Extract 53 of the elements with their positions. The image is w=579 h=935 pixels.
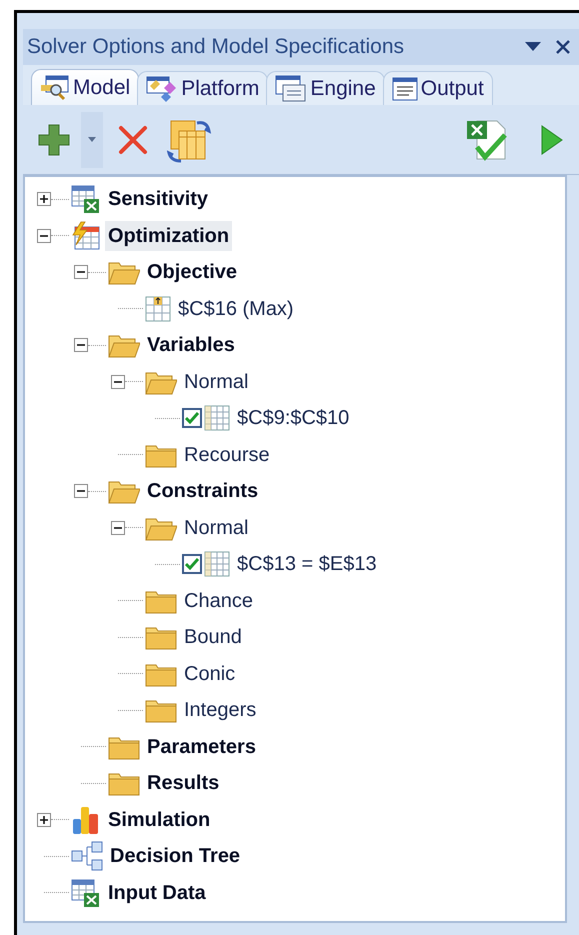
collapse-toggle[interactable] <box>74 484 88 498</box>
tree-item[interactable]: Input Data <box>105 878 209 908</box>
add-icon[interactable] <box>37 122 71 156</box>
collapse-toggle[interactable] <box>111 520 125 535</box>
tree-item[interactable]: Normal <box>181 366 252 397</box>
spreadsheet-icon <box>71 878 101 908</box>
tree-item[interactable]: Results <box>144 768 222 798</box>
checkbox[interactable] <box>182 554 202 574</box>
panel-title: Solver Options and Model Specifications <box>27 34 406 60</box>
tree-item[interactable]: Recourse <box>181 440 273 470</box>
caret-icon <box>88 137 96 142</box>
tree-item[interactable]: $C$16 (Max) <box>175 294 297 324</box>
close-icon[interactable] <box>555 39 571 55</box>
tree-item[interactable]: Objective <box>144 257 240 288</box>
tree-item[interactable]: Integers <box>181 695 260 726</box>
tab[interactable]: Model <box>31 69 140 105</box>
tree-item[interactable]: Chance <box>181 586 256 616</box>
lightning-table-icon <box>71 220 101 251</box>
checkbox[interactable] <box>182 408 202 428</box>
delete-icon[interactable] <box>117 124 149 156</box>
collapse-toggle[interactable] <box>111 374 125 389</box>
tab[interactable]: Engine <box>266 71 385 105</box>
tree-item[interactable]: Optimization <box>105 220 232 251</box>
hierarchy-icon <box>71 841 103 872</box>
document-window-icon <box>392 76 418 100</box>
tree-item[interactable]: $C$13 = $E$13 <box>234 549 380 580</box>
tree-item[interactable]: Sensitivity <box>105 184 212 214</box>
collapse-toggle[interactable] <box>74 265 88 280</box>
tree-item[interactable]: Bound <box>181 622 245 652</box>
expand-toggle[interactable] <box>37 192 51 206</box>
spreadsheet-icon <box>71 184 101 214</box>
expand-toggle[interactable] <box>37 812 51 827</box>
tab[interactable]: Output <box>382 71 493 105</box>
collapse-toggle[interactable] <box>74 338 88 352</box>
bar-chart-icon <box>71 804 101 835</box>
tab[interactable]: Platform <box>137 71 268 105</box>
dropdown-icon[interactable] <box>525 42 541 52</box>
tree-item[interactable]: Normal <box>181 512 252 543</box>
collapse-toggle[interactable] <box>37 228 51 243</box>
tree-item[interactable]: Simulation <box>105 804 214 835</box>
run-icon[interactable] <box>541 124 563 154</box>
grid-icon <box>204 551 230 578</box>
tree-item[interactable]: Conic <box>181 658 238 689</box>
tree-item[interactable]: Decision Tree <box>107 841 244 872</box>
tree-item[interactable]: $C$9:$C$10 <box>234 403 352 434</box>
grid-arrow-icon <box>145 296 171 322</box>
tree-item[interactable]: Constraints <box>144 476 262 506</box>
tree-item[interactable]: Parameters <box>144 732 259 762</box>
window-diamond-icon <box>146 76 178 102</box>
windows-icon <box>275 74 308 102</box>
tree-item[interactable]: Variables <box>144 330 238 360</box>
magnifier-window-icon <box>40 74 70 100</box>
grid-icon <box>204 405 230 432</box>
